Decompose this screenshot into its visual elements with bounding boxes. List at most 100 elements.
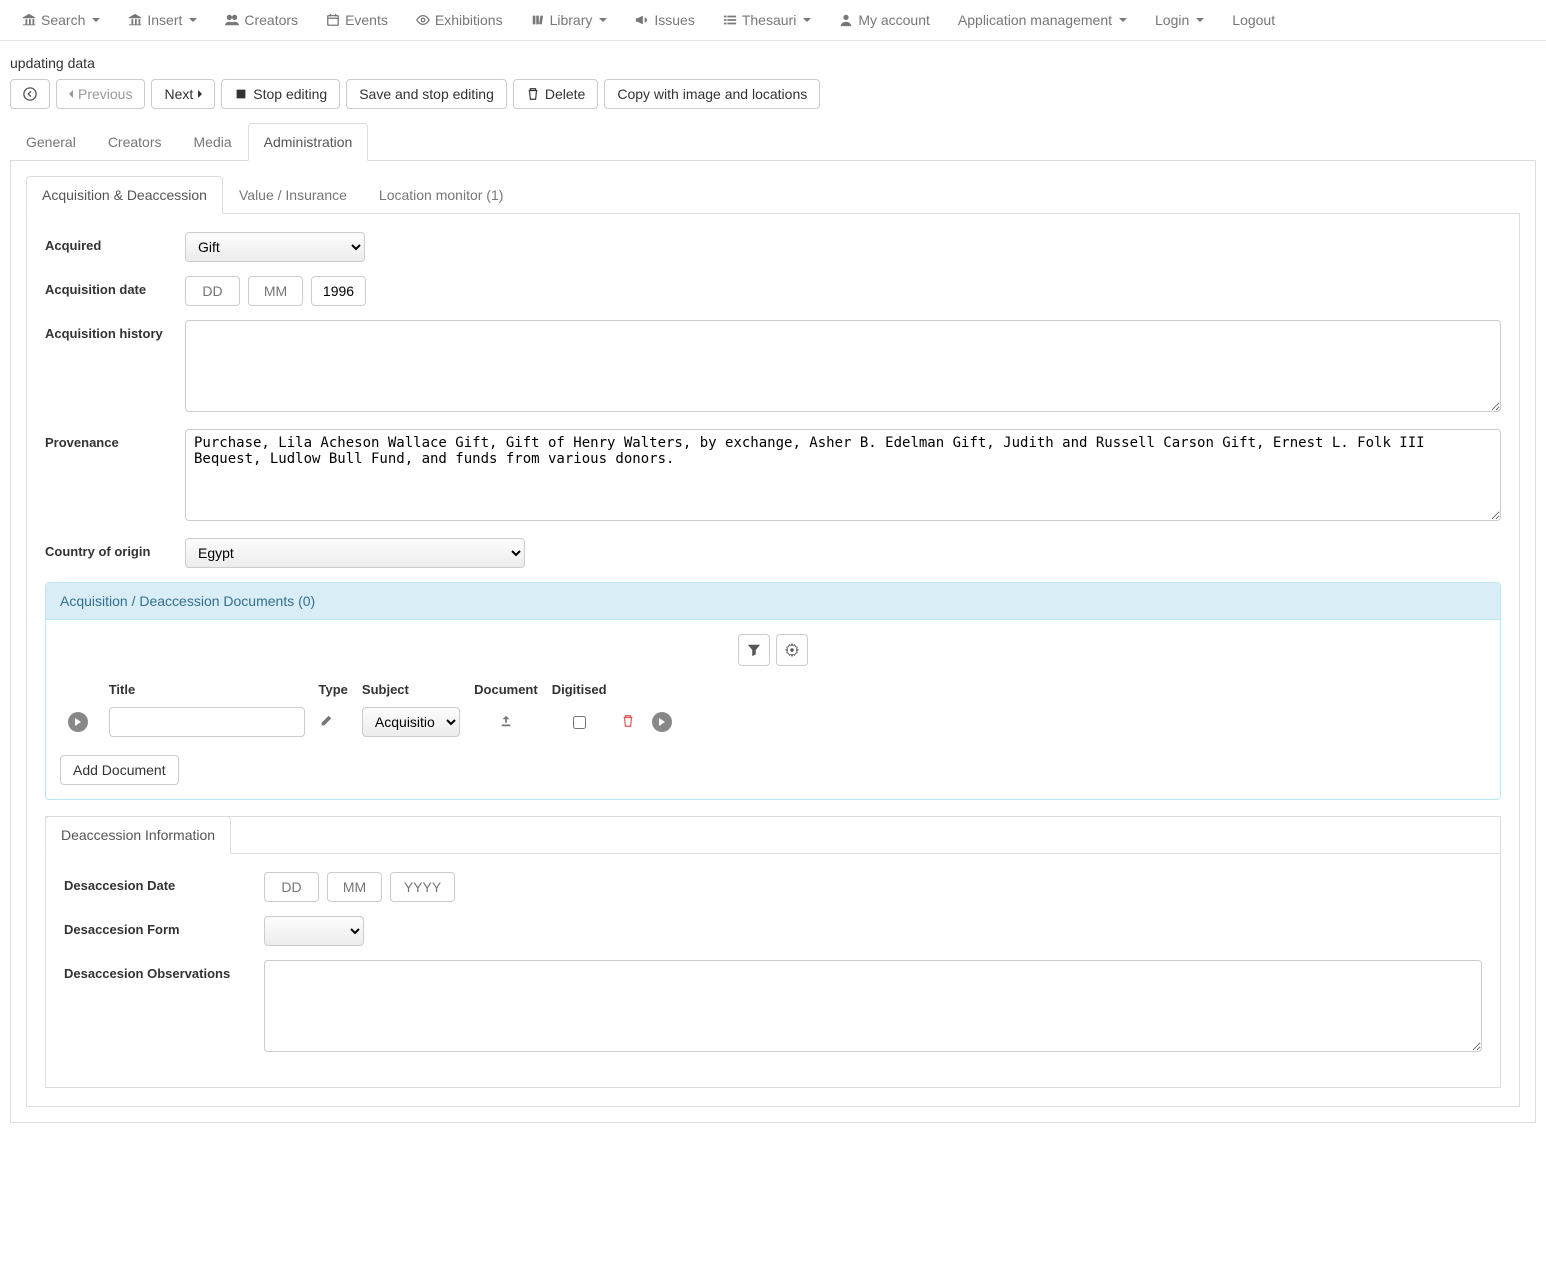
acq-history-label: Acquisition history [45, 320, 185, 341]
acq-history-textarea[interactable] [185, 320, 1501, 412]
acquired-label: Acquired [45, 232, 185, 253]
nav-login[interactable]: Login [1143, 6, 1216, 34]
tab-administration[interactable]: Administration [248, 123, 369, 161]
tab-value-insurance[interactable]: Value / Insurance [223, 176, 363, 214]
deacc-date-mm[interactable] [327, 872, 382, 902]
filter-button[interactable] [738, 634, 770, 666]
col-digitised: Digitised [546, 678, 613, 701]
delete-label: Delete [545, 86, 585, 102]
action-toolbar: Previous Next Stop editing Save and stop… [10, 79, 1536, 109]
deacc-obs-textarea[interactable] [264, 960, 1482, 1052]
nav-issues-label: Issues [654, 12, 694, 28]
acq-date-yyyy[interactable] [311, 276, 366, 306]
trash-icon [526, 87, 540, 101]
col-title: Title [103, 678, 311, 701]
tab-media[interactable]: Media [178, 123, 248, 161]
acq-date-mm[interactable] [248, 276, 303, 306]
nav-login-label: Login [1155, 12, 1189, 28]
nav-app-management-label: Application management [958, 12, 1112, 28]
tab-location-monitor[interactable]: Location monitor (1) [363, 176, 520, 214]
acq-date-dd[interactable] [185, 276, 240, 306]
acq-date-label: Acquisition date [45, 276, 185, 297]
caret-left-icon [69, 90, 73, 98]
deacc-form-label: Desaccesion Form [64, 916, 264, 937]
books-icon [531, 13, 545, 27]
col-type: Type [313, 678, 354, 701]
chevron-down-icon [599, 18, 607, 22]
status-message: updating data [10, 55, 1536, 71]
deaccession-panel: Deaccession Information Desaccesion Date [45, 816, 1501, 1088]
caret-right-icon [198, 90, 202, 98]
deacc-date-yyyy[interactable] [390, 872, 455, 902]
tab-deaccession-info[interactable]: Deaccession Information [45, 816, 231, 854]
provenance-label: Provenance [45, 429, 185, 450]
doc-subject-select[interactable]: Acquisition [362, 707, 460, 737]
nav-thesauri[interactable]: Thesauri [711, 6, 823, 34]
nav-exhibitions[interactable]: Exhibitions [404, 6, 515, 34]
edit-icon[interactable] [319, 714, 333, 728]
next-button[interactable]: Next [151, 79, 215, 109]
nav-insert[interactable]: Insert [116, 6, 209, 34]
nav-app-management[interactable]: Application management [946, 6, 1139, 34]
nav-issues[interactable]: Issues [623, 6, 706, 34]
col-document: Document [468, 678, 544, 701]
settings-button[interactable] [776, 634, 808, 666]
nav-search-label: Search [41, 12, 85, 28]
nav-library[interactable]: Library [519, 6, 620, 34]
col-subject: Subject [356, 678, 466, 701]
bank-icon [22, 13, 36, 27]
nav-my-account[interactable]: My account [827, 6, 942, 34]
chevron-down-icon [1196, 18, 1204, 22]
row-go-button[interactable] [652, 712, 672, 732]
next-label: Next [164, 86, 193, 102]
tab-general[interactable]: General [10, 123, 92, 161]
nav-exhibitions-label: Exhibitions [435, 12, 503, 28]
sub-tabs: Acquisition & Deaccession Value / Insura… [26, 176, 1520, 214]
nav-logout-label: Logout [1232, 12, 1275, 28]
upload-icon[interactable] [499, 714, 513, 728]
save-stop-label: Save and stop editing [359, 86, 494, 102]
doc-title-input[interactable] [109, 707, 305, 737]
deacc-form-select[interactable] [264, 916, 364, 946]
previous-button[interactable]: Previous [56, 79, 145, 109]
gear-icon [785, 643, 799, 657]
bullhorn-icon [635, 13, 649, 27]
tab-acq-deacc[interactable]: Acquisition & Deaccession [26, 176, 223, 214]
stop-editing-button[interactable]: Stop editing [221, 79, 340, 109]
deacc-date-label: Desaccesion Date [64, 872, 264, 893]
eye-icon [416, 13, 430, 27]
nav-events[interactable]: Events [314, 6, 400, 34]
nav-my-account-label: My account [858, 12, 930, 28]
nav-creators[interactable]: Creators [213, 6, 310, 34]
filter-icon [747, 643, 761, 657]
stop-icon [234, 87, 248, 101]
nav-search[interactable]: Search [10, 6, 112, 34]
add-document-button[interactable]: Add Document [60, 755, 179, 785]
country-select[interactable]: Egypt [185, 538, 525, 568]
bank-icon [128, 13, 142, 27]
copy-label: Copy with image and locations [617, 86, 807, 102]
save-stop-button[interactable]: Save and stop editing [346, 79, 507, 109]
chevron-down-icon [189, 18, 197, 22]
provenance-textarea[interactable]: Purchase, Lila Acheson Wallace Gift, Gif… [185, 429, 1501, 521]
digitised-checkbox[interactable] [573, 716, 586, 729]
tab-creators[interactable]: Creators [92, 123, 178, 161]
delete-button[interactable]: Delete [513, 79, 598, 109]
documents-header: Acquisition / Deaccession Documents (0) [46, 583, 1500, 620]
trash-icon[interactable] [621, 714, 635, 728]
documents-panel: Acquisition / Deaccession Documents (0) [45, 582, 1501, 800]
list-icon [723, 13, 737, 27]
chevron-down-icon [803, 18, 811, 22]
nav-logout[interactable]: Logout [1220, 6, 1287, 34]
nav-library-label: Library [550, 12, 593, 28]
deacc-date-dd[interactable] [264, 872, 319, 902]
country-label: Country of origin [45, 538, 185, 559]
main-tabs: General Creators Media Administration [10, 123, 1536, 161]
acquired-select[interactable]: Gift [185, 232, 365, 262]
back-button[interactable] [10, 79, 50, 109]
row-expand-button[interactable] [68, 712, 88, 732]
copy-button[interactable]: Copy with image and locations [604, 79, 820, 109]
calendar-icon [326, 13, 340, 27]
top-nav: Search Insert Creators Events Exhibition… [0, 0, 1546, 41]
stop-editing-label: Stop editing [253, 86, 327, 102]
